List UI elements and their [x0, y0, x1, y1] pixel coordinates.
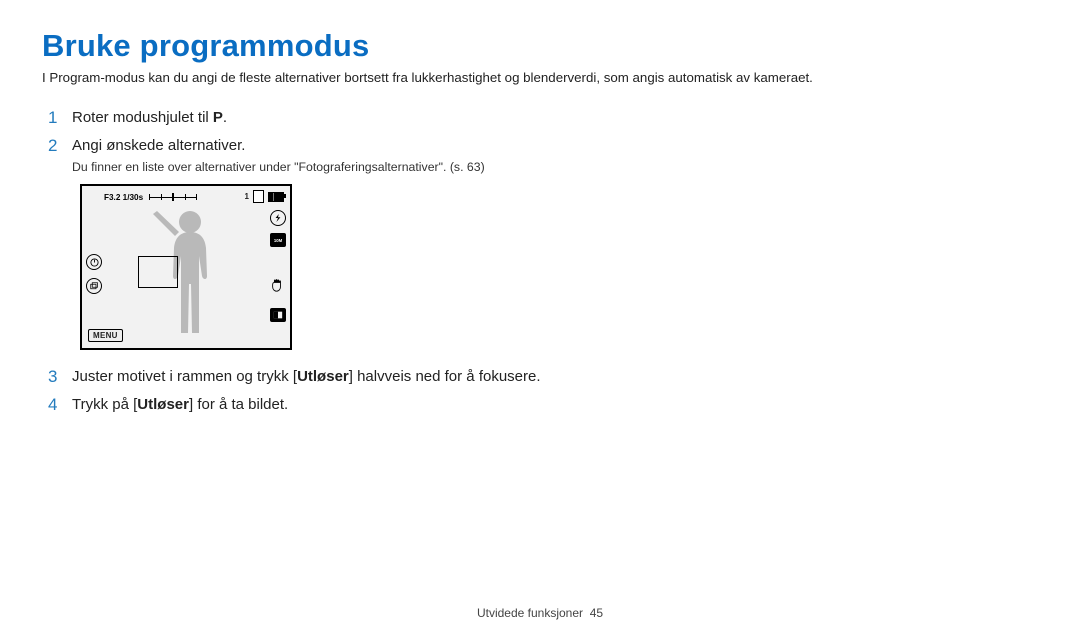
step4-pre: Trykk på [: [72, 396, 137, 413]
step-1: 1 Roter modushjulet til P.: [48, 107, 1038, 129]
steps-list: 1 Roter modushjulet til P. 2 Angi ønsked…: [48, 107, 1038, 416]
lcd-top-right: 1: [245, 190, 284, 203]
step-body: Trykk på [Utløser] for å ta bildet.: [72, 394, 288, 416]
exposure-readout: F3.2 1/30s: [104, 193, 143, 202]
step3-post: ] halvveis ned for å fokusere.: [349, 368, 541, 385]
image-stabilization-icon: [270, 278, 286, 297]
battery-icon: [268, 192, 284, 202]
step2-sub: Du finner en liste over alternativer und…: [72, 159, 485, 177]
step1-suffix: .: [223, 109, 227, 126]
drive-mode-icon: [86, 278, 102, 294]
menu-button: MENU: [88, 329, 123, 342]
intro-text: I Program-modus kan du angi de fleste al…: [42, 70, 1038, 85]
shutter-label: Utløser: [297, 368, 349, 385]
step-body: Roter modushjulet til P.: [72, 107, 227, 129]
step3-pre: Juster motivet i rammen og trykk [: [72, 368, 297, 385]
focus-frame-icon: [138, 256, 178, 288]
lcd-right-icons: 10M: [270, 210, 286, 322]
self-timer-icon: [86, 254, 102, 270]
step-number: 2: [48, 135, 72, 177]
mode-p-icon: P: [213, 109, 223, 126]
lcd-screen: F3.2 1/30s 1: [80, 184, 292, 350]
page-footer: Utvidede funksjoner 45: [0, 606, 1080, 620]
step2-text: Angi ønskede alternativer.: [72, 135, 485, 157]
step-number: 1: [48, 107, 72, 129]
lcd-left-icons: [86, 254, 102, 294]
step4-post: ] for å ta bildet.: [189, 396, 288, 413]
image-size-icon: 10M: [270, 233, 286, 247]
step1-prefix: Roter modushjulet til: [72, 109, 213, 126]
step-number: 4: [48, 394, 72, 416]
quality-icon: [270, 308, 286, 322]
step-number: 3: [48, 366, 72, 388]
shutter-label: Utløser: [137, 396, 189, 413]
ev-scale-icon: [149, 193, 197, 202]
step-4: 4 Trykk på [Utløser] for å ta bildet.: [48, 394, 1038, 416]
svg-text:10M: 10M: [274, 238, 283, 243]
manual-page: Bruke programmodus I Program-modus kan d…: [0, 0, 1080, 630]
footer-section: Utvidede funksjoner: [477, 606, 583, 620]
shots-remaining: 1: [245, 192, 249, 201]
step-body: Angi ønskede alternativer. Du finner en …: [72, 135, 485, 177]
camera-lcd-illustration: F3.2 1/30s 1: [80, 184, 1038, 350]
flash-icon: [270, 210, 286, 226]
step-body: Juster motivet i rammen og trykk [Utløse…: [72, 366, 541, 388]
page-title: Bruke programmodus: [42, 28, 1038, 64]
footer-page-number: 45: [590, 606, 603, 620]
sd-card-icon: [253, 190, 264, 203]
step-2: 2 Angi ønskede alternativer. Du finner e…: [48, 135, 1038, 177]
step-3: 3 Juster motivet i rammen og trykk [Utlø…: [48, 366, 1038, 388]
